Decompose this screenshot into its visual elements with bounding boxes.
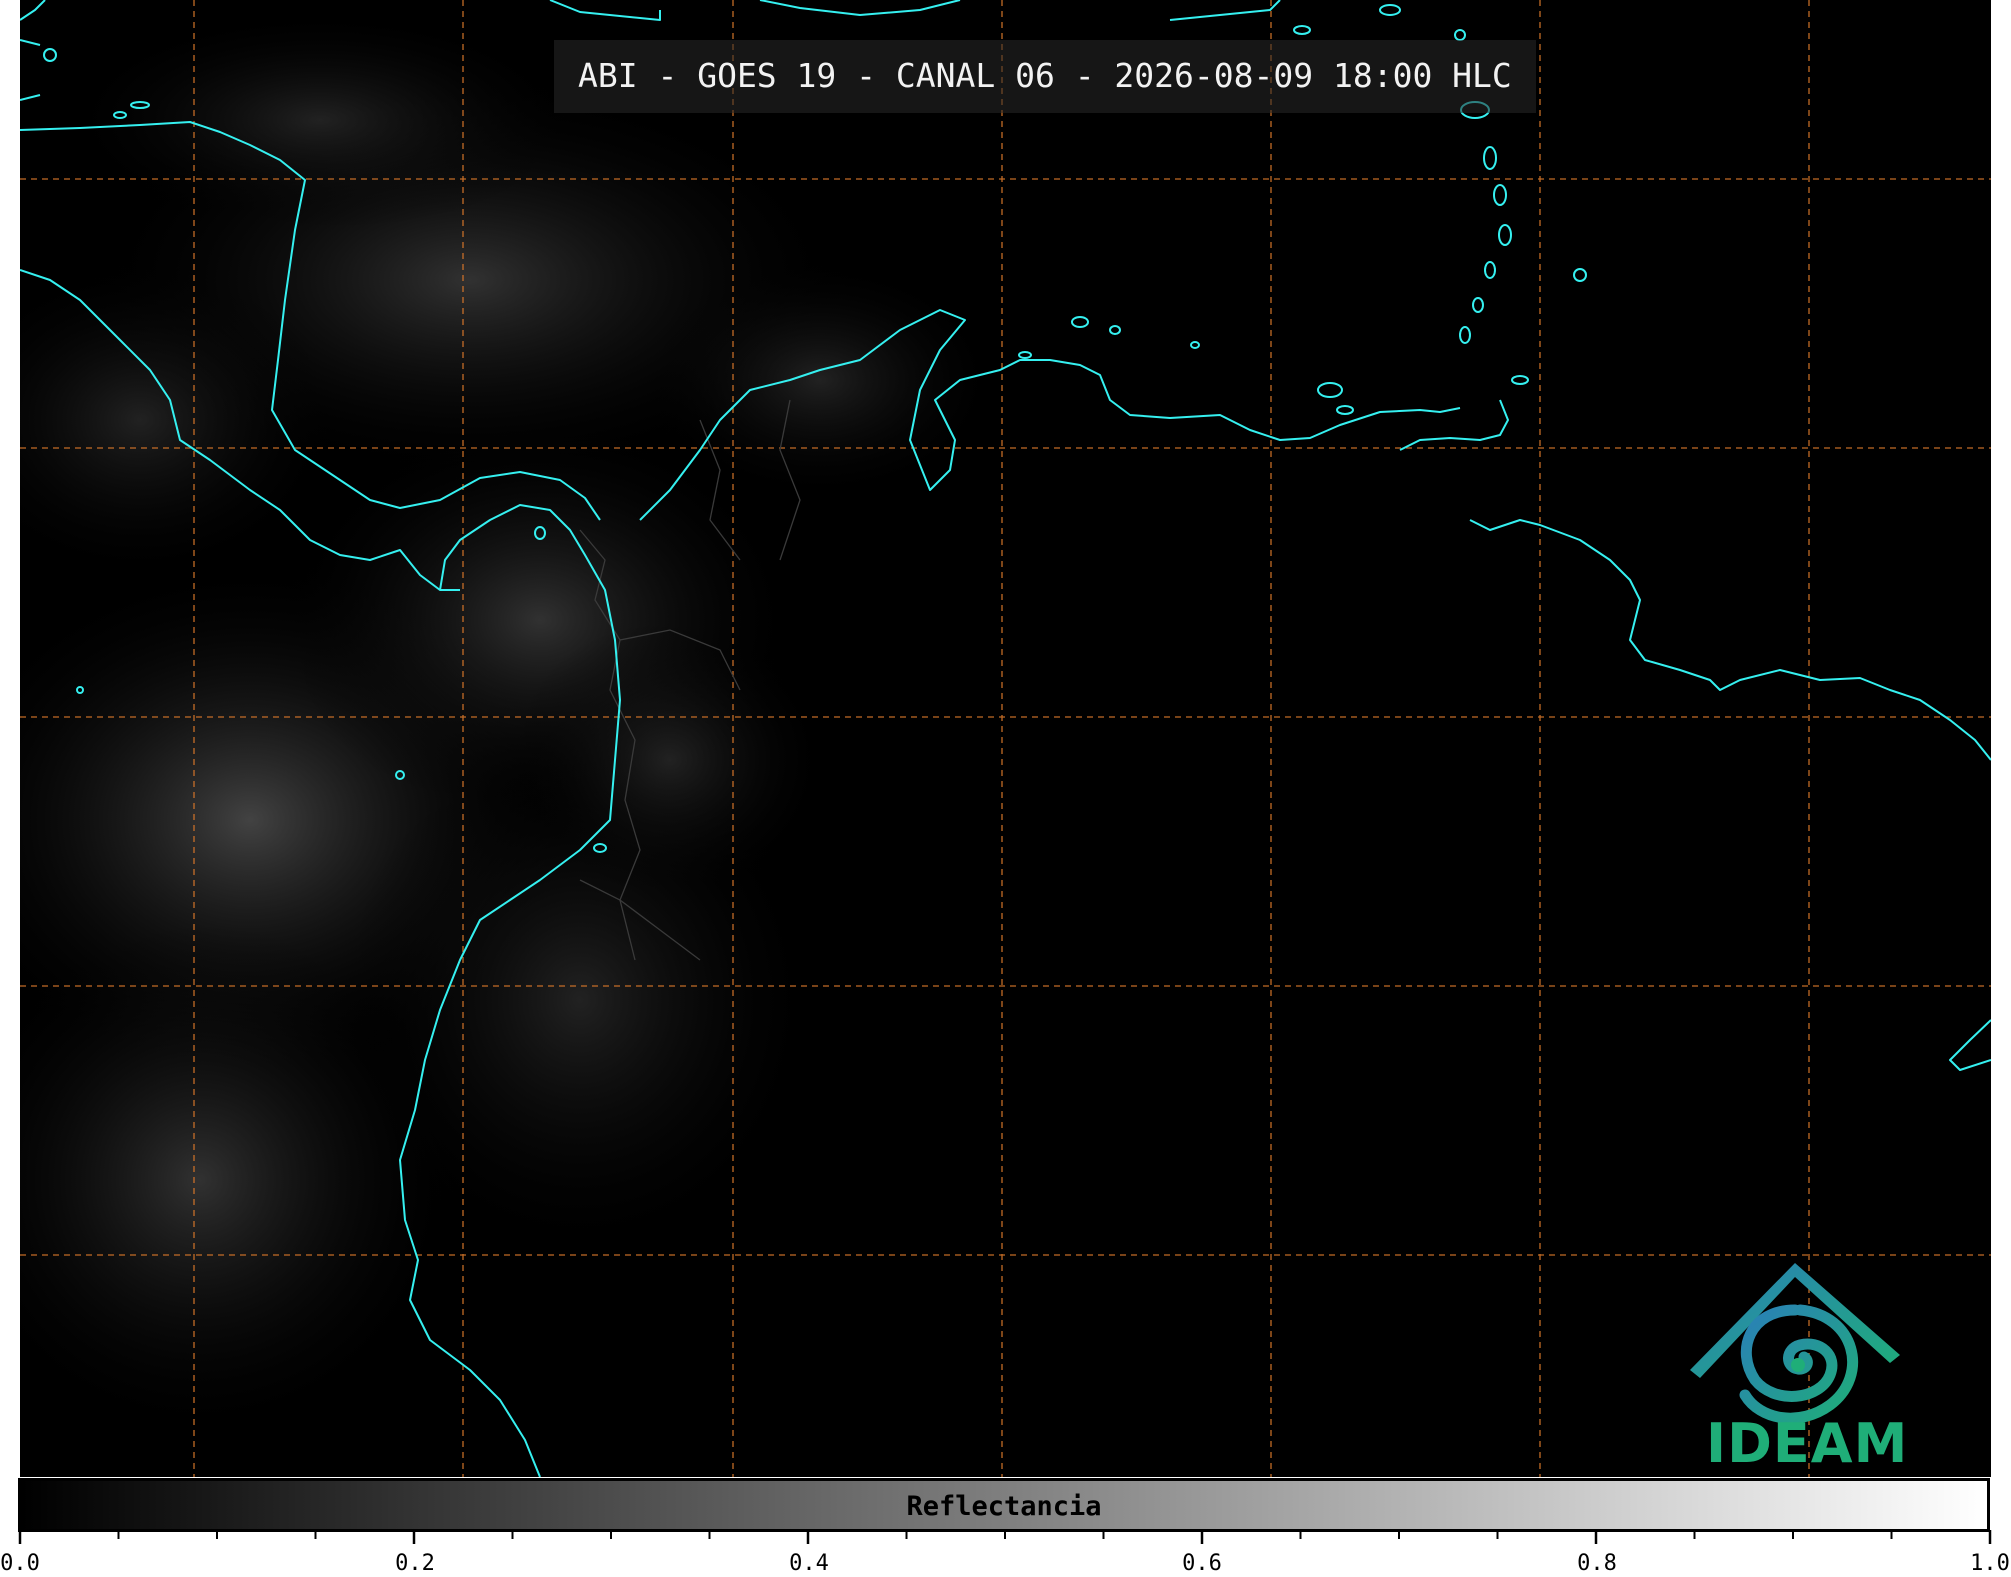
satellite-map[interactable]: ABI - GOES 19 - CANAL 06 - 2026-08-09 18… xyxy=(20,0,1991,1477)
colorbar-tick-label: 0.4 xyxy=(789,1551,829,1576)
colorbar-tick-label: 0.8 xyxy=(1577,1551,1617,1576)
colorbar: Reflectancia xyxy=(18,1478,1990,1532)
cloud-cover xyxy=(20,10,1000,1440)
colorbar-tick-label: 1.0 xyxy=(1970,1551,2010,1576)
colorbar-tick-label: 0.0 xyxy=(0,1551,40,1576)
colorbar-label: Reflectancia xyxy=(906,1491,1102,1522)
colorbar-tick-label: 0.6 xyxy=(1182,1551,1222,1576)
colorbar-ticks xyxy=(18,1530,1992,1544)
colorbar-tick-label: 0.2 xyxy=(395,1551,435,1576)
map-title: ABI - GOES 19 - CANAL 06 - 2026-08-09 18… xyxy=(554,40,1536,113)
ideam-logo-text: IDEAM xyxy=(1706,1412,1909,1475)
